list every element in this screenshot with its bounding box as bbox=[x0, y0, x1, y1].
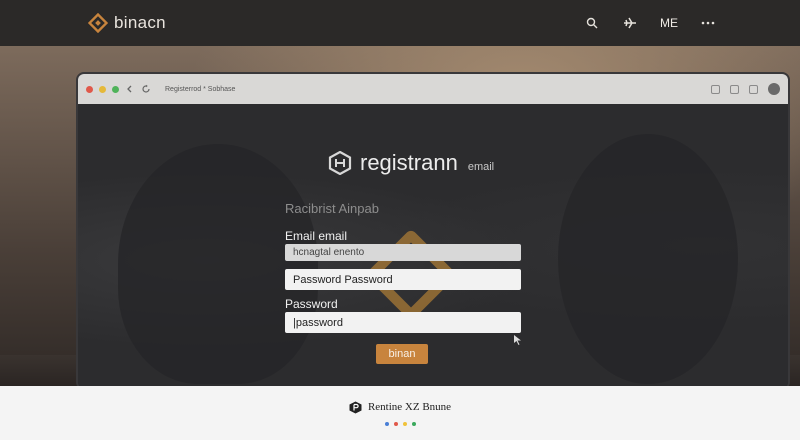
browser-viewport: registrann email Racibrist Ainpab Email … bbox=[78, 104, 788, 388]
footer-dot bbox=[393, 421, 398, 426]
footer-text: Rentine XZ Bnune bbox=[367, 401, 452, 413]
background-shape bbox=[118, 144, 318, 384]
page-title-suffix: email bbox=[467, 161, 495, 173]
close-dot-icon[interactable] bbox=[86, 85, 93, 93]
password-confirm-field[interactable]: Password Password bbox=[285, 269, 521, 290]
registration-title: registrann email bbox=[328, 150, 494, 176]
form-heading: Racibrist Ainpab bbox=[285, 201, 379, 216]
plane-icon[interactable] bbox=[622, 15, 638, 31]
page-title: registrann bbox=[360, 150, 458, 175]
footer-dots bbox=[384, 421, 416, 426]
hexagon-logo-icon bbox=[328, 151, 352, 175]
footer-dot bbox=[402, 421, 407, 426]
footer-dot bbox=[384, 421, 389, 426]
p-badge-icon bbox=[349, 401, 362, 414]
browser-tab[interactable]: Registerrod * Sobhase bbox=[165, 86, 235, 93]
email-label: Email email bbox=[285, 229, 348, 243]
more-icon[interactable] bbox=[700, 15, 716, 31]
background-shape bbox=[558, 134, 738, 384]
monitor: Registerrod * Sobhase registrann email R… bbox=[76, 72, 790, 390]
browser-toolbar: Registerrod * Sobhase bbox=[78, 74, 788, 104]
footer: Rentine XZ Bnune bbox=[0, 386, 800, 440]
submit-button[interactable]: binan bbox=[376, 344, 428, 364]
window-icon[interactable] bbox=[730, 84, 739, 94]
footer-brand: Rentine XZ Bnune bbox=[349, 401, 451, 414]
profile-me-link[interactable]: ME bbox=[660, 16, 678, 30]
brand[interactable]: binacn bbox=[88, 13, 166, 33]
search-icon[interactable] bbox=[584, 15, 600, 31]
back-icon[interactable] bbox=[125, 84, 135, 94]
window-icon[interactable] bbox=[749, 84, 758, 94]
brand-name: binacn bbox=[114, 13, 166, 32]
maximize-dot-icon[interactable] bbox=[112, 85, 119, 93]
footer-dot bbox=[411, 421, 416, 426]
mouse-cursor-icon bbox=[514, 332, 522, 345]
binance-logo-icon bbox=[88, 13, 108, 33]
minimize-dot-icon[interactable] bbox=[99, 85, 106, 93]
email-field[interactable]: hcnagtal enento bbox=[285, 244, 521, 261]
password-label: Password bbox=[285, 297, 338, 311]
nav-actions: ME bbox=[584, 15, 716, 31]
reload-icon[interactable] bbox=[141, 84, 151, 94]
browser-right-controls bbox=[711, 83, 780, 95]
window-icon[interactable] bbox=[711, 84, 720, 94]
profile-circle-icon[interactable] bbox=[768, 83, 780, 95]
password-field[interactable]: |password bbox=[285, 312, 521, 333]
top-nav: binacn ME bbox=[0, 0, 800, 46]
